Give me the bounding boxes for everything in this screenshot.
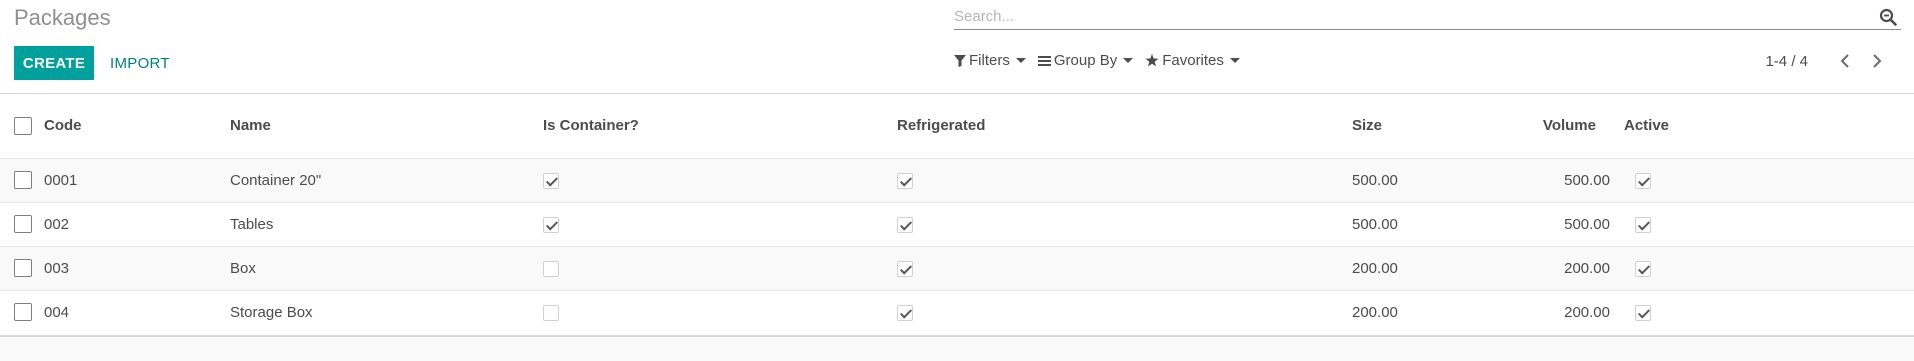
cell-active[interactable] (1624, 158, 1914, 202)
column-header-active[interactable]: Active (1624, 94, 1914, 158)
search-icon[interactable] (1879, 8, 1897, 26)
row-select-cell (0, 246, 44, 290)
column-header-refrigerated[interactable]: Refrigerated (897, 94, 1352, 158)
refrigerated-checkbox (897, 304, 913, 321)
column-header-is-container[interactable]: Is Container? (543, 94, 897, 158)
cell-refrigerated[interactable] (897, 290, 1352, 334)
row-select-checkbox[interactable] (14, 303, 32, 322)
star-icon (1145, 54, 1159, 67)
search-input[interactable] (954, 4, 1874, 28)
row-select-cell (0, 202, 44, 246)
active-checkbox (1635, 172, 1651, 189)
cell-volume[interactable]: 500.00 (1464, 158, 1624, 202)
favorites-label: Favorites (1162, 52, 1224, 69)
cell-code[interactable]: 003 (44, 246, 230, 290)
refrigerated-checkbox (897, 172, 913, 189)
group-by-label: Group By (1053, 52, 1118, 69)
cell-volume[interactable]: 200.00 (1464, 246, 1624, 290)
table-row[interactable]: 003 Box 200.00 200.00 (0, 246, 1914, 290)
cell-active[interactable] (1624, 290, 1914, 334)
is-container-checkbox (543, 216, 559, 233)
cell-refrigerated[interactable] (897, 158, 1352, 202)
is-container-checkbox (543, 260, 559, 277)
filter-icon (954, 54, 966, 67)
cell-code[interactable]: 002 (44, 202, 230, 246)
is-container-checkbox (543, 172, 559, 189)
cell-is-container[interactable] (543, 290, 897, 334)
cell-refrigerated[interactable] (897, 246, 1352, 290)
active-checkbox (1635, 260, 1651, 277)
column-header-volume[interactable]: Volume (1464, 94, 1624, 158)
cell-active[interactable] (1624, 246, 1914, 290)
list-footer-space (0, 337, 1914, 361)
chevron-left-icon (1840, 54, 1849, 68)
filters-label: Filters (969, 52, 1010, 69)
favorites-dropdown[interactable]: Favorites (1145, 52, 1240, 69)
cell-size[interactable]: 200.00 (1352, 290, 1464, 334)
column-header-code[interactable]: Code (44, 94, 230, 158)
column-header-size[interactable]: Size (1352, 94, 1464, 158)
active-checkbox (1635, 304, 1651, 321)
select-all-cell (0, 94, 44, 158)
list-view: Code Name Is Container? Refrigerated Siz… (0, 94, 1914, 334)
cell-size[interactable]: 200.00 (1352, 246, 1464, 290)
cell-is-container[interactable] (543, 158, 897, 202)
control-panel: Packages CREATE IMPORT Filters (0, 0, 1914, 94)
select-all-checkbox[interactable] (14, 116, 32, 135)
table-row[interactable]: 002 Tables 500.00 500.00 (0, 202, 1914, 246)
cell-volume[interactable]: 500.00 (1464, 202, 1624, 246)
table-header-row: Code Name Is Container? Refrigerated Siz… (0, 94, 1914, 158)
caret-down-icon (1015, 58, 1026, 63)
cell-code[interactable]: 0001 (44, 158, 230, 202)
row-select-checkbox[interactable] (14, 215, 32, 234)
row-select-checkbox[interactable] (14, 171, 32, 190)
refrigerated-checkbox (897, 260, 913, 277)
cell-volume[interactable]: 200.00 (1464, 290, 1624, 334)
cell-name[interactable]: Tables (230, 202, 543, 246)
chevron-right-icon (1873, 54, 1882, 68)
cell-name[interactable]: Container 20" (230, 158, 543, 202)
table-row[interactable]: 0001 Container 20" 500.00 500.00 (0, 158, 1914, 202)
column-header-name[interactable]: Name (230, 94, 543, 158)
bars-icon (1037, 55, 1051, 66)
import-button[interactable]: IMPORT (102, 46, 178, 80)
cell-is-container[interactable] (543, 202, 897, 246)
refrigerated-checkbox (897, 216, 913, 233)
caret-down-icon (1229, 58, 1240, 63)
cell-name[interactable]: Box (230, 246, 543, 290)
cell-code[interactable]: 004 (44, 290, 230, 334)
cell-is-container[interactable] (543, 246, 897, 290)
pager: 1-4 / 4 (1765, 52, 1888, 70)
cell-size[interactable]: 500.00 (1352, 202, 1464, 246)
cell-active[interactable] (1624, 202, 1914, 246)
cell-name[interactable]: Storage Box (230, 290, 543, 334)
table-row[interactable]: 004 Storage Box 200.00 200.00 (0, 290, 1914, 334)
cell-size[interactable]: 500.00 (1352, 158, 1464, 202)
packages-table: Code Name Is Container? Refrigerated Siz… (0, 94, 1914, 334)
active-checkbox (1635, 216, 1651, 233)
create-button[interactable]: CREATE (14, 46, 94, 80)
row-select-cell (0, 158, 44, 202)
is-container-checkbox (543, 304, 559, 321)
caret-down-icon (1123, 58, 1134, 63)
pager-value[interactable]: 1-4 / 4 (1765, 53, 1808, 70)
pager-previous-button[interactable] (1834, 52, 1856, 70)
group-by-dropdown[interactable]: Group By (1037, 52, 1134, 69)
search-options: Filters Group By Favorites (954, 52, 1240, 69)
row-select-checkbox[interactable] (14, 259, 32, 278)
search-bar (954, 4, 1901, 30)
cell-refrigerated[interactable] (897, 202, 1352, 246)
row-select-cell (0, 290, 44, 334)
page-title: Packages (14, 5, 111, 30)
filters-dropdown[interactable]: Filters (954, 52, 1026, 69)
pager-next-button[interactable] (1866, 52, 1888, 70)
